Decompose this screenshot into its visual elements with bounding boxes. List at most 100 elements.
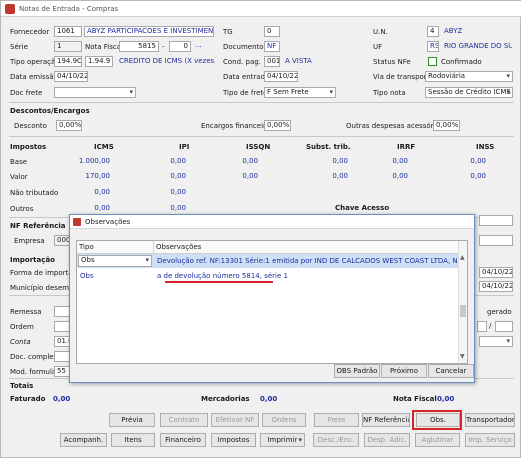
ipi-nao-tributado[interactable]: 0,00 (149, 187, 189, 198)
icms-outros[interactable]: 0,00 (67, 203, 113, 214)
aglutinar-button[interactable]: Aglutinar (415, 433, 460, 447)
doc-frete-select[interactable] (54, 87, 136, 98)
data-emissao-input[interactable]: 04/10/22 (54, 71, 88, 82)
inss-base[interactable]: 0,00 (449, 156, 489, 167)
cancelar-button[interactable]: Cancelar (428, 364, 474, 378)
imprimir-button[interactable]: Imprimir (260, 433, 305, 447)
efetivar-nf-button[interactable]: Efetivar NF (211, 413, 259, 427)
fornecedor-name-input[interactable]: ABYZ PARTICIPACOES E INVESTIMENTOS LTDA (84, 26, 214, 37)
imp-servico-button[interactable]: Imp. Serviço (465, 433, 515, 447)
column-header-observacoes[interactable]: Observações (154, 241, 460, 254)
impostos-button[interactable]: Impostos (211, 433, 256, 447)
status-nfe-value: Confirmado (441, 58, 482, 66)
fornecedor-code-input[interactable]: 1061 (54, 26, 82, 37)
outras-despesas-label: Outras despesas acessórias (346, 122, 444, 130)
contrato-button[interactable]: Contrato (160, 413, 208, 427)
scroll-up-arrow[interactable]: ▲ (460, 254, 465, 261)
red-underline-annotation (165, 281, 273, 283)
nf-referencia-right-input[interactable] (479, 215, 513, 226)
issqn-valor[interactable]: 0,00 (221, 171, 261, 182)
uf-name-input[interactable]: RIO GRANDE DO SUL (441, 41, 513, 52)
tg-input[interactable]: 0 (264, 26, 280, 37)
ipi-valor[interactable]: 0,00 (149, 171, 189, 182)
ipi-outros[interactable]: 0,00 (149, 203, 189, 214)
importacao-section-title: Importação (10, 256, 55, 264)
observacoes-dialog: Observações Tipo Observações Obs Devoluç… (69, 214, 475, 383)
obs-padrao-button[interactable]: OBS Padrão (334, 364, 380, 378)
mercadorias-label: Mercadorias (201, 395, 250, 403)
desc-enc-button[interactable]: Desc./Enc. (313, 433, 359, 447)
serie-input[interactable]: 1 (54, 41, 82, 52)
icms-base[interactable]: 1.000,00 (67, 156, 113, 167)
inss-valor[interactable]: 0,00 (449, 171, 489, 182)
un-code-input[interactable]: 4 (427, 26, 439, 37)
acompanhamento-button[interactable]: Acompanh. (60, 433, 107, 447)
ordens-button[interactable]: Ordens (262, 413, 306, 427)
ipi-base[interactable]: 0,00 (149, 156, 189, 167)
scroll-down-arrow[interactable]: ▼ (460, 353, 465, 360)
conta-label: Conta (10, 338, 31, 346)
row-tipo[interactable]: Obs (80, 272, 94, 280)
remessa-label: Remessa (10, 308, 42, 316)
observacoes-grid: Tipo Observações Obs Devolução ref. NF:1… (76, 240, 468, 364)
tipo-operacao-code-input[interactable]: 194.9C (54, 56, 82, 67)
desconto-input[interactable]: 0,00% (56, 120, 82, 131)
doc-frete-label: Doc frete (10, 89, 43, 97)
importacao-date2-input[interactable]: 04/10/22 (479, 281, 513, 292)
gerado-input-2[interactable] (495, 321, 513, 332)
issqn-base[interactable]: 0,00 (221, 156, 261, 167)
tipo-nota-select[interactable]: Sessão de Crédito ICMS (425, 87, 513, 98)
nota-fiscal-label: Nota Fiscal (85, 43, 123, 51)
column-header-tipo[interactable]: Tipo (77, 241, 154, 254)
scroll-thumb[interactable] (460, 305, 466, 317)
itens-button[interactable]: Itens (111, 433, 155, 447)
via-transporte-select[interactable]: Rodoviária (425, 71, 513, 82)
chave-acesso-label: Chave Acesso (335, 204, 390, 212)
observacao-text[interactable]: Devolução ref. NF:13301 Série:1 emitida … (157, 257, 465, 265)
tipo-frete-select[interactable]: F Sem Frete (264, 87, 336, 98)
uf-code-input[interactable]: RS (427, 41, 439, 52)
encargos-input[interactable]: 0,00% (264, 120, 291, 131)
importacao-date1-input[interactable]: 04/10/22 (479, 267, 513, 278)
serie-label: Série (10, 43, 28, 51)
icms-nao-tributado[interactable]: 0,00 (67, 187, 113, 198)
documento-input[interactable]: NF (264, 41, 280, 52)
subst-base[interactable]: 0,00 (311, 156, 351, 167)
right-select[interactable] (479, 336, 513, 347)
data-entrada-input[interactable]: 04/10/22 (264, 71, 298, 82)
frete-button[interactable]: Frete (314, 413, 359, 427)
empresa-right-input[interactable] (479, 235, 513, 246)
desp-adic-button[interactable]: Desp. Adic. (364, 433, 410, 447)
irrf-base[interactable]: 0,00 (371, 156, 411, 167)
icms-valor[interactable]: 170,00 (67, 171, 113, 182)
financeiro-button[interactable]: Financeiro (160, 433, 206, 447)
proximo-button[interactable]: Próximo (381, 364, 427, 378)
impostos-row-label: Não tributado (10, 189, 59, 197)
nota-fiscal-input[interactable]: 5815 (119, 41, 159, 52)
nota-fiscal-dash: - (162, 43, 165, 51)
subst-valor[interactable]: 0,00 (311, 171, 351, 182)
tipo-operacao-desc-input[interactable]: CREDITO DE ICMS (X vezes) (116, 56, 216, 67)
table-row-selected[interactable]: Obs Devolução ref. NF:13301 Série:1 emit… (77, 254, 465, 268)
data-emissao-label: Data emissão (10, 73, 58, 81)
dialog-title-bar: Observações (70, 215, 474, 229)
observacao-text[interactable]: a de devolução número 5814, série 1 (157, 272, 288, 280)
cond-pag-code-input[interactable]: 001 (264, 56, 280, 67)
nota-fiscal-more-link[interactable]: ... (195, 41, 202, 49)
gerado-input-1[interactable] (477, 321, 487, 332)
tipo-operacao-code2-input[interactable]: 1.94.9 (85, 56, 113, 67)
cond-pag-desc-input[interactable]: A VISTA (282, 56, 342, 67)
outras-despesas-input[interactable]: 0,00% (433, 120, 460, 131)
nf-referencia-button[interactable]: NF Referência (362, 413, 410, 427)
status-nfe-label: Status NFe (373, 58, 411, 66)
nota-fiscal-suffix-input[interactable]: 0 (169, 41, 191, 52)
status-nfe-checkbox[interactable] (428, 57, 437, 66)
slash-separator: / (489, 322, 492, 330)
transportadora-button[interactable]: Transportadora (465, 413, 515, 427)
previa-button[interactable]: Prévia (109, 413, 155, 427)
un-name-input[interactable]: ABYZ (441, 26, 511, 37)
irrf-valor[interactable]: 0,00 (371, 171, 411, 182)
tipo-select[interactable]: Obs (78, 255, 152, 267)
vertical-scrollbar[interactable]: ▲ ▼ (458, 241, 467, 363)
obs-button-highlight (412, 410, 462, 430)
